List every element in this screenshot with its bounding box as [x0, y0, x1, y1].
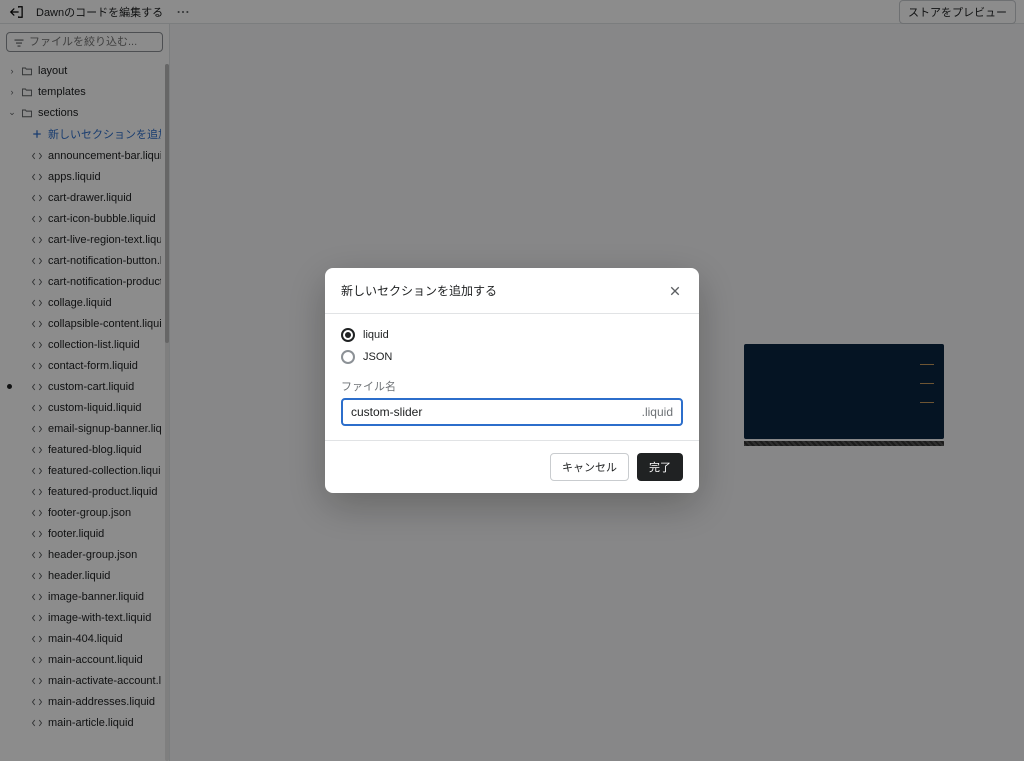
- radio-json[interactable]: JSON: [341, 350, 683, 364]
- file-type-radio-group: liquid JSON: [341, 328, 683, 364]
- cancel-button[interactable]: キャンセル: [550, 453, 629, 481]
- add-section-modal: 新しいセクションを追加する liquid JSON ファイル名 .liquid: [325, 268, 699, 493]
- radio-json-label: JSON: [363, 351, 392, 363]
- modal-overlay[interactable]: 新しいセクションを追加する liquid JSON ファイル名 .liquid: [0, 0, 1024, 761]
- modal-body: liquid JSON ファイル名 .liquid: [325, 314, 699, 440]
- filename-label: ファイル名: [341, 378, 683, 394]
- filename-suffix: .liquid: [642, 405, 673, 419]
- filename-input[interactable]: [351, 405, 638, 419]
- modal-title: 新しいセクションを追加する: [341, 282, 497, 299]
- done-button[interactable]: 完了: [637, 453, 683, 481]
- close-icon[interactable]: [667, 283, 683, 299]
- filename-field-wrap[interactable]: .liquid: [341, 398, 683, 426]
- radio-liquid[interactable]: liquid: [341, 328, 683, 342]
- modal-header: 新しいセクションを追加する: [325, 268, 699, 314]
- radio-unchecked-icon: [341, 350, 355, 364]
- radio-liquid-label: liquid: [363, 329, 389, 341]
- radio-checked-icon: [341, 328, 355, 342]
- modal-footer: キャンセル 完了: [325, 440, 699, 493]
